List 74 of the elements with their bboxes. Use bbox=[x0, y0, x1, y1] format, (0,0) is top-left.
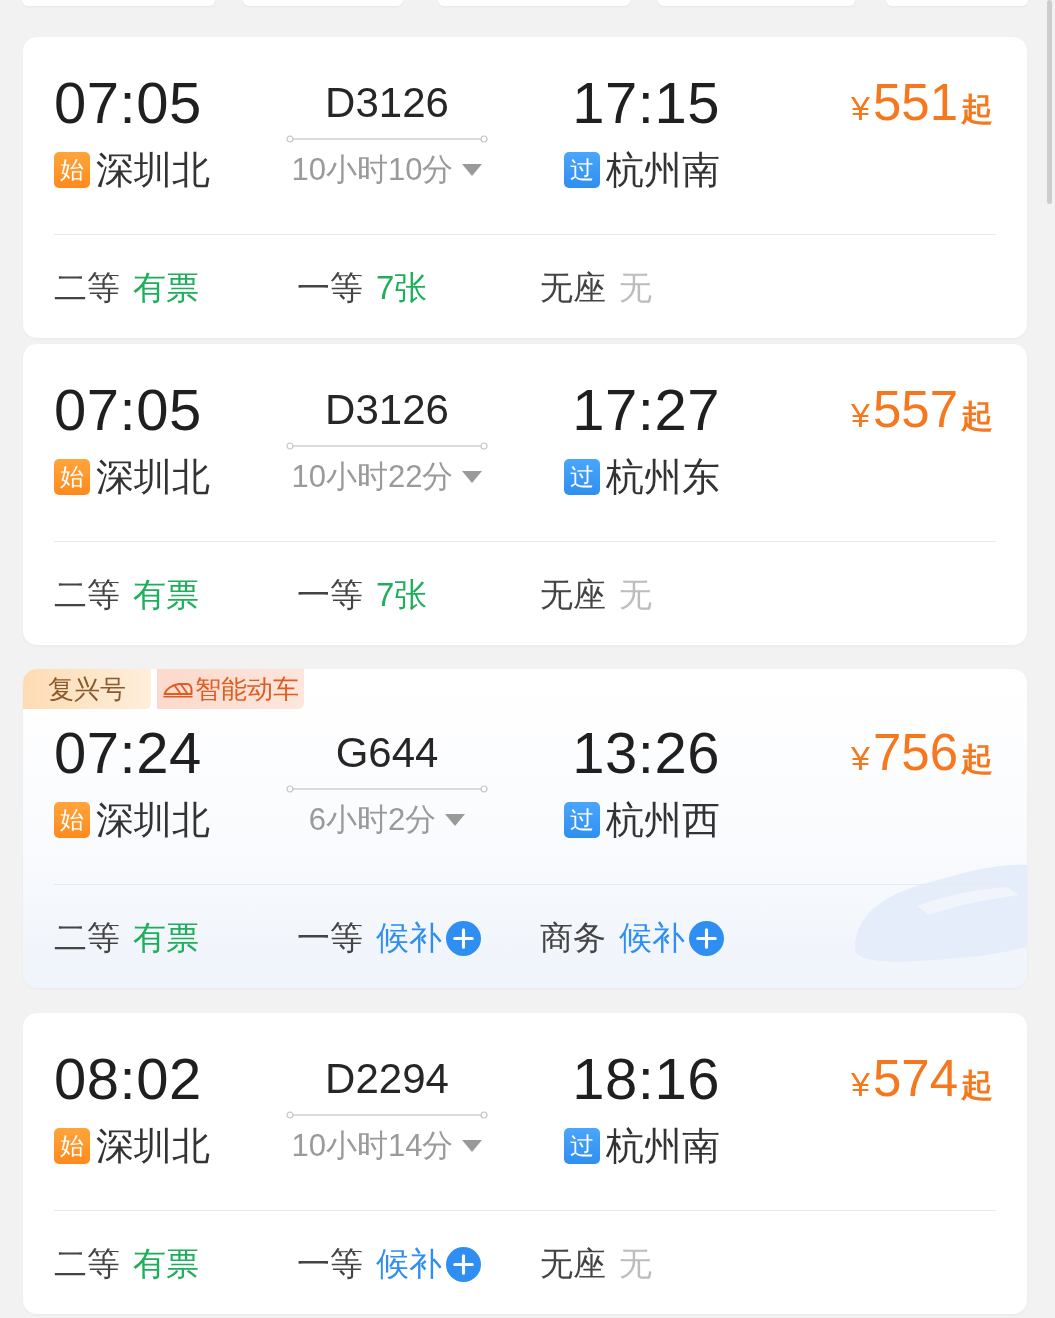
duration-toggle[interactable]: 6小时2分 bbox=[308, 797, 466, 843]
caret-down-icon bbox=[462, 1140, 483, 1152]
seat-class: 无座 bbox=[540, 575, 606, 615]
tag-label: 智能动车 bbox=[194, 674, 299, 704]
station-badge: 过 bbox=[564, 802, 600, 838]
seat-class: 一等 bbox=[297, 575, 363, 615]
bullet-train-icon bbox=[162, 680, 193, 698]
waitlist-button[interactable]: 候补 bbox=[619, 916, 724, 960]
seat-availability: 有票 bbox=[133, 918, 199, 958]
duration-toggle[interactable]: 10小时14分 bbox=[291, 1123, 483, 1169]
arrival-time: 18:16 bbox=[572, 1047, 720, 1111]
seat-availability: 无 bbox=[619, 268, 652, 308]
departure-time: 08:02 bbox=[54, 1047, 202, 1111]
train-card[interactable]: 08:02 始 深圳北 D2294 10小时14分 18:16 过 杭州南 ¥574起 二等 有票 一等 候补 无座 无 bbox=[23, 1013, 1027, 1314]
departure-station: 深圳北 bbox=[96, 798, 210, 843]
caret-down-icon bbox=[462, 164, 483, 176]
arrival-time: 13:26 bbox=[572, 721, 720, 785]
departure-station: 深圳北 bbox=[96, 455, 210, 500]
tag-label: 复兴号 bbox=[48, 674, 126, 704]
seat-class: 二等 bbox=[54, 1244, 120, 1284]
departure-time: 07:05 bbox=[54, 71, 202, 135]
station-badge: 过 bbox=[564, 1128, 600, 1164]
train-card[interactable]: 复兴号 智能动车 07:24 始 深圳北 G644 6小时2分 13:26 过 杭州西 ¥756起 二等 有票 一等 候补 商务 候补 bbox=[23, 669, 1027, 988]
duration-toggle[interactable]: 10小时10分 bbox=[291, 147, 483, 193]
price-label: ¥756起 bbox=[851, 723, 993, 783]
station-badge: 始 bbox=[54, 152, 90, 188]
train-card[interactable]: 07:05 始 深圳北 D3126 10小时22分 17:27 过 杭州东 ¥557起 二等 有票 一等 7张 无座 无 bbox=[23, 344, 1027, 645]
train-number: G644 bbox=[335, 728, 439, 778]
caret-down-icon bbox=[462, 471, 483, 483]
seat-class: 二等 bbox=[54, 575, 120, 615]
seat-availability: 无 bbox=[619, 575, 652, 615]
station-badge: 始 bbox=[54, 1128, 90, 1164]
train-number: D3126 bbox=[325, 78, 449, 128]
plus-circle-icon bbox=[446, 920, 481, 956]
train-card[interactable]: 07:05 始 深圳北 D3126 10小时10分 17:15 过 杭州南 ¥551起 二等 有票 一等 7张 无座 无 bbox=[23, 37, 1027, 338]
price-label: ¥551起 bbox=[851, 73, 993, 133]
seat-availability: 无 bbox=[619, 1244, 652, 1284]
arrival-station: 杭州西 bbox=[606, 798, 720, 843]
departure-time: 07:24 bbox=[54, 721, 202, 785]
seat-class: 无座 bbox=[540, 268, 606, 308]
station-badge: 始 bbox=[54, 802, 90, 838]
seat-availability: 有票 bbox=[133, 575, 199, 615]
caret-down-icon bbox=[445, 814, 466, 826]
train-number: D3126 bbox=[325, 385, 449, 435]
plus-circle-icon bbox=[689, 920, 724, 956]
arrival-time: 17:15 bbox=[572, 71, 720, 135]
departure-station: 深圳北 bbox=[96, 148, 210, 193]
seat-availability: 有票 bbox=[133, 1244, 199, 1284]
waitlist-button[interactable]: 候补 bbox=[376, 916, 481, 960]
station-badge: 过 bbox=[564, 459, 600, 495]
price-label: ¥557起 bbox=[851, 380, 993, 440]
station-badge: 过 bbox=[564, 152, 600, 188]
departure-time: 07:05 bbox=[54, 378, 202, 442]
seat-availability: 有票 bbox=[133, 268, 199, 308]
arrival-station: 杭州南 bbox=[606, 148, 720, 193]
waitlist-button[interactable]: 候补 bbox=[376, 1242, 481, 1286]
arrival-station: 杭州南 bbox=[606, 1124, 720, 1169]
seat-class: 一等 bbox=[297, 918, 363, 958]
seat-availability: 7张 bbox=[376, 575, 428, 615]
seat-class: 商务 bbox=[540, 918, 606, 958]
duration-toggle[interactable]: 10小时22分 bbox=[291, 454, 483, 500]
train-number: D2294 bbox=[325, 1054, 449, 1104]
seat-class: 二等 bbox=[54, 918, 120, 958]
seat-class: 无座 bbox=[540, 1244, 606, 1284]
seat-availability: 7张 bbox=[376, 268, 428, 308]
seat-class: 一等 bbox=[297, 1244, 363, 1284]
plus-circle-icon bbox=[446, 1246, 481, 1282]
departure-station: 深圳北 bbox=[96, 1124, 210, 1169]
station-badge: 始 bbox=[54, 459, 90, 495]
arrival-station: 杭州东 bbox=[606, 455, 720, 500]
arrival-time: 17:27 bbox=[572, 378, 720, 442]
seat-class: 一等 bbox=[297, 268, 363, 308]
price-label: ¥574起 bbox=[851, 1049, 993, 1109]
seat-class: 二等 bbox=[54, 268, 120, 308]
